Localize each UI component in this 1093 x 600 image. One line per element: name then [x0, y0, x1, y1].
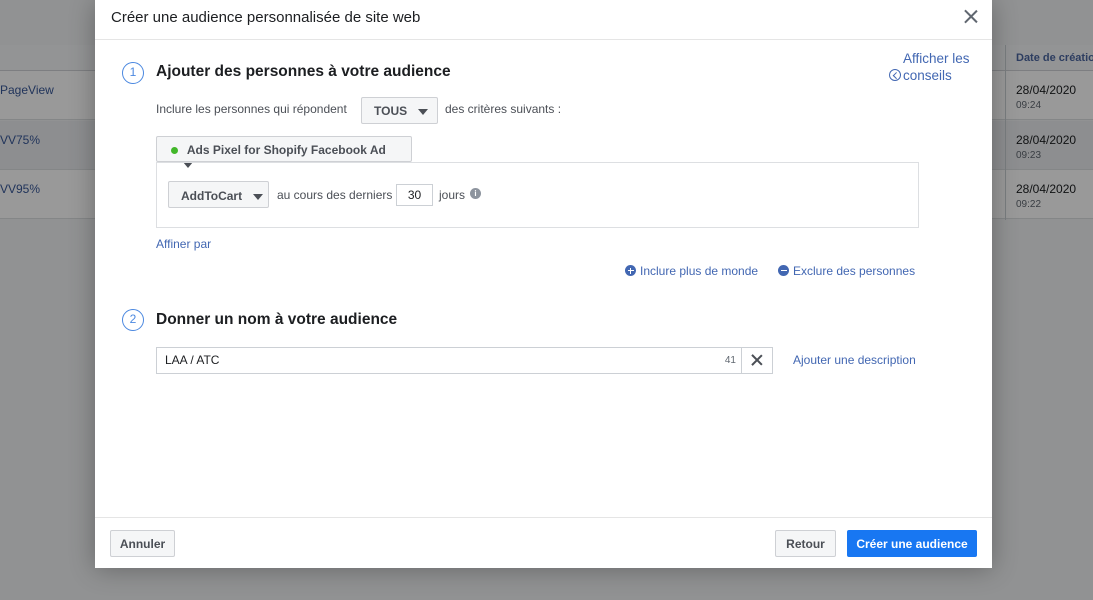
include-more-label: Inclure plus de monde	[640, 264, 759, 278]
refine-by-link[interactable]: Affiner par	[156, 237, 211, 251]
tips-label-line1: Afficher les	[903, 51, 970, 66]
pixel-status-icon	[171, 147, 178, 155]
pixel-source-dropdown[interactable]: Ads Pixel for Shopify Facebook Ad	[156, 136, 412, 168]
event-dropdown[interactable]: AddToCart	[168, 181, 269, 208]
include-prefix-label: Inclure les personnes qui répondent	[156, 102, 347, 116]
step-2-title: Donner un nom à votre audience	[156, 311, 398, 328]
close-icon[interactable]	[960, 6, 982, 28]
add-description-link[interactable]: Ajouter une description	[793, 353, 916, 367]
char-count: 41	[724, 355, 736, 366]
match-type-dropdown[interactable]: TOUS	[361, 97, 438, 124]
step-1-title: Ajouter des personnes à votre audience	[156, 63, 451, 80]
plus-circle-icon	[625, 265, 636, 276]
modal-title: Créer une audience personnalisée de site…	[111, 9, 421, 26]
show-tips-link[interactable]: Afficher les conseils	[889, 50, 979, 84]
back-button[interactable]: Retour	[775, 530, 836, 557]
info-icon[interactable]: i	[470, 188, 481, 199]
during-label: au cours des derniers	[277, 188, 393, 202]
cancel-button[interactable]: Annuler	[110, 530, 175, 557]
tips-line2: conseils	[889, 67, 979, 84]
caret-down-icon	[253, 193, 264, 200]
caret-down-icon	[418, 108, 429, 115]
step-1-number: 1	[122, 62, 144, 84]
create-website-audience-modal: Créer une audience personnalisée de site…	[95, 0, 992, 568]
include-more-people-link[interactable]: Inclure plus de monde	[625, 264, 758, 278]
match-type-value: TOUS	[374, 104, 408, 118]
step-2-number: 2	[122, 309, 144, 331]
days-unit-label: jours	[439, 188, 466, 202]
clear-icon[interactable]	[751, 354, 763, 366]
event-value: AddToCart	[181, 189, 243, 203]
create-audience-button[interactable]: Créer une audience	[847, 530, 977, 557]
days-input[interactable]: 30	[396, 184, 433, 206]
exclude-label: Exclure des personnes	[793, 264, 916, 278]
pixel-source-label: Ads Pixel for Shopify Facebook Ad	[186, 143, 386, 157]
minus-circle-icon	[778, 265, 789, 276]
exclude-people-link[interactable]: Exclure des personnes	[778, 264, 915, 278]
tips-label-line2: conseils	[903, 68, 952, 83]
include-suffix-label: des critères suivants :	[445, 102, 562, 116]
input-divider	[741, 348, 742, 373]
criteria-box	[156, 162, 919, 228]
chevron-left-circle-icon	[889, 69, 901, 81]
modal-header: Créer une audience personnalisée de site…	[95, 0, 992, 40]
audience-name-field: 41	[156, 347, 773, 374]
modal-footer: Annuler Retour Créer une audience	[95, 517, 992, 568]
audience-name-input[interactable]	[163, 352, 727, 368]
